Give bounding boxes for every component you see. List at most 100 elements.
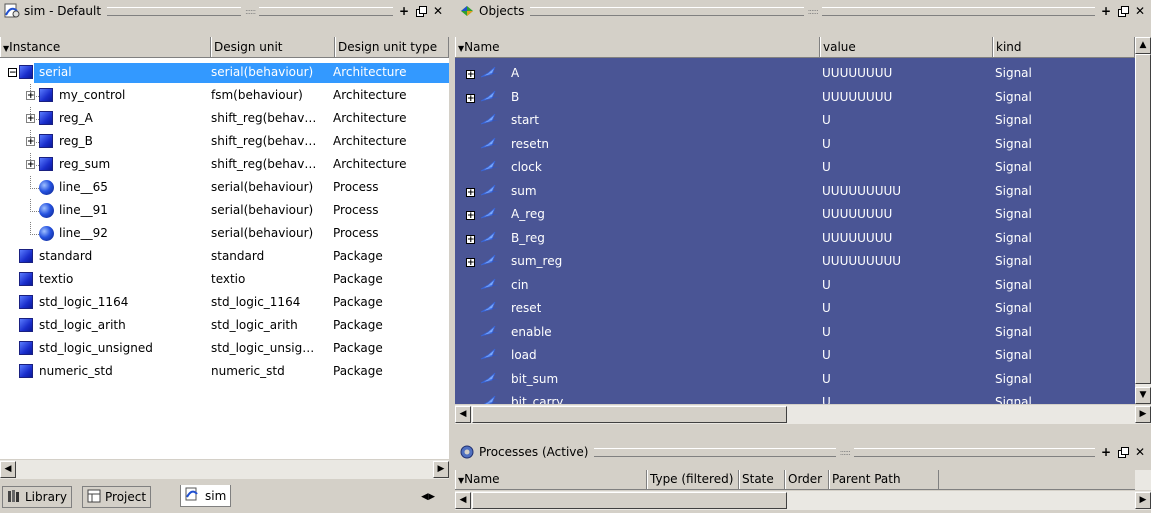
col-order[interactable]: Order (785, 470, 829, 489)
expand-icon[interactable]: + (466, 258, 475, 268)
design-unit: std_logic_arith (211, 318, 298, 332)
tree-row[interactable]: std_logic_unsigned std_logic_unsig… Packag… (0, 337, 449, 360)
object-row[interactable]: + A_reg UUUUUUUU Signal (455, 203, 1135, 226)
tree-row[interactable]: − serial serial(behaviour) Architecture (0, 61, 449, 84)
h-scroll-thumb[interactable] (472, 406, 787, 423)
object-row[interactable]: reset U Signal (455, 297, 1135, 320)
sim-panel-title: sim - Default (24, 4, 102, 18)
object-row[interactable]: clock U Signal (455, 156, 1135, 179)
tree-row[interactable]: + reg_sum shift_reg(behav… Architecture (0, 153, 449, 176)
objects-hscrollbar[interactable]: ◀ ▶ (455, 404, 1151, 424)
tree-row[interactable]: textio textio Package (0, 268, 449, 291)
collapse-icon[interactable]: − (8, 68, 17, 78)
col-instance[interactable]: ▼Instance (0, 37, 211, 57)
col-value[interactable]: value (820, 37, 993, 57)
processes-hscrollbar[interactable]: ◀ ▶ (455, 490, 1151, 510)
object-row[interactable]: + sum_reg UUUUUUUUU Signal (455, 250, 1135, 273)
expand-icon[interactable]: + (466, 70, 475, 80)
tree-row[interactable]: std_logic_arith std_logic_arith Package (0, 314, 449, 337)
object-row[interactable]: bit_carry U Signal (455, 391, 1135, 404)
tree-row[interactable]: line__65 serial(behaviour) Process (0, 176, 449, 199)
col-state[interactable]: State (739, 470, 785, 489)
tree-row[interactable]: std_logic_1164 std_logic_1164 Package (0, 291, 449, 314)
expand-icon[interactable]: + (26, 114, 35, 124)
tree-row[interactable]: line__91 serial(behaviour) Process (0, 199, 449, 222)
undock-icon[interactable] (1116, 4, 1130, 18)
close-icon[interactable]: ✕ (1133, 4, 1147, 18)
objects-list: + A UUUUUUUU Signal + B UUUUUUUU Signal start U Si… (455, 58, 1135, 404)
tree-row[interactable]: numeric_std numeric_std Package (0, 360, 449, 383)
object-row[interactable]: + A UUUUUUUU Signal (455, 62, 1135, 85)
scroll-left-icon[interactable]: ◀ (0, 461, 16, 478)
scroll-up-icon[interactable]: ▲ (1135, 37, 1151, 54)
object-row[interactable]: load U Signal (455, 344, 1135, 367)
processes-vscroll[interactable] (1135, 470, 1151, 490)
instance-hscrollbar[interactable]: ◀ ▶ (0, 459, 449, 479)
scroll-down-icon[interactable]: ▼ (1135, 387, 1151, 404)
object-row[interactable]: + B UUUUUUUU Signal (455, 86, 1135, 109)
scroll-left-icon[interactable]: ◀ (455, 492, 471, 509)
title-grip-2 (821, 6, 1096, 16)
scroll-right-icon[interactable]: ▶ (1135, 406, 1151, 423)
col-design-unit[interactable]: Design unit (211, 37, 335, 57)
undock-icon[interactable] (414, 4, 428, 18)
tab-scroll-arrows[interactable]: ◀▶ (421, 492, 435, 502)
object-row[interactable]: start U Signal (455, 109, 1135, 132)
design-unit-type: Process (333, 180, 379, 194)
tab-sim[interactable]: sim (180, 485, 232, 507)
scroll-right-icon[interactable]: ▶ (1135, 492, 1151, 509)
col-proc-name[interactable]: ▼Name (455, 470, 647, 489)
expand-icon[interactable]: + (466, 211, 475, 221)
processes-titlebar[interactable]: Processes (Active) :::::: + ✕ (455, 441, 1151, 463)
object-kind: Signal (995, 66, 1032, 80)
object-row[interactable]: + sum UUUUUUUUU Signal (455, 180, 1135, 203)
tree-row[interactable]: + reg_B shift_reg(behav… Architecture (0, 130, 449, 153)
instance-name: serial (39, 65, 72, 79)
object-row[interactable]: bit_sum U Signal (455, 368, 1135, 391)
tab-project[interactable]: Project (82, 486, 152, 508)
object-kind: Signal (995, 371, 1032, 386)
tree-row[interactable]: + reg_A shift_reg(behav… Architecture (0, 107, 449, 130)
dock-icon[interactable]: + (397, 4, 411, 18)
expand-icon[interactable]: + (466, 187, 475, 197)
col-type[interactable]: Type (filtered) (647, 470, 739, 489)
expand-icon[interactable]: + (26, 91, 35, 101)
expand-icon[interactable]: + (26, 160, 35, 170)
object-row[interactable]: + B_reg UUUUUUUU Signal (455, 227, 1135, 250)
tree-row[interactable]: line__92 serial(behaviour) Process (0, 222, 449, 245)
tab-library[interactable]: Library (2, 486, 72, 508)
expand-icon[interactable]: + (26, 137, 35, 147)
processes-panel: Processes (Active) :::::: + ✕ ▼Name Type… (455, 441, 1151, 513)
col-kind[interactable]: kind (993, 37, 1135, 57)
tree-row[interactable]: standard standard Package (0, 245, 449, 268)
undock-icon[interactable] (1116, 445, 1130, 459)
object-row[interactable]: resetn U Signal (455, 133, 1135, 156)
h-scroll-thumb[interactable] (472, 492, 787, 509)
col-design-unit-type[interactable]: Design unit type (335, 37, 449, 57)
grip-dots: :::::: (807, 6, 819, 16)
object-value: UUUUUUUU (822, 66, 893, 80)
expand-icon[interactable]: + (466, 234, 475, 244)
object-row[interactable]: enable U Signal (455, 321, 1135, 344)
grip-dots: :::::: (839, 447, 851, 457)
dock-icon[interactable]: + (1099, 4, 1113, 18)
object-value: U (822, 348, 831, 362)
object-kind: Signal (995, 207, 1032, 221)
scroll-thumb[interactable] (1135, 54, 1151, 384)
objects-titlebar[interactable]: Objects :::::: + ✕ (455, 0, 1151, 22)
dock-icon[interactable]: + (1099, 445, 1113, 459)
col-parent-path[interactable]: Parent Path (829, 470, 939, 489)
scroll-left-icon[interactable]: ◀ (455, 406, 471, 423)
objects-vscrollbar[interactable]: ▲ ▼ (1135, 37, 1151, 404)
tree-row[interactable]: + my_control fsm(behaviour) Architecture (0, 84, 449, 107)
col-name[interactable]: ▼Name (455, 37, 820, 57)
sim-panel-titlebar[interactable]: sim - Default :::::: + ✕ (0, 0, 449, 22)
expand-icon[interactable]: + (466, 93, 475, 103)
object-row[interactable]: cin U Signal (455, 274, 1135, 297)
close-icon[interactable]: ✕ (1133, 445, 1147, 459)
block-icon (19, 295, 33, 309)
instance-name: reg_sum (59, 157, 111, 171)
close-icon[interactable]: ✕ (431, 4, 445, 18)
scroll-right-icon[interactable]: ▶ (433, 461, 449, 478)
design-unit: shift_reg(behav… (211, 134, 317, 148)
